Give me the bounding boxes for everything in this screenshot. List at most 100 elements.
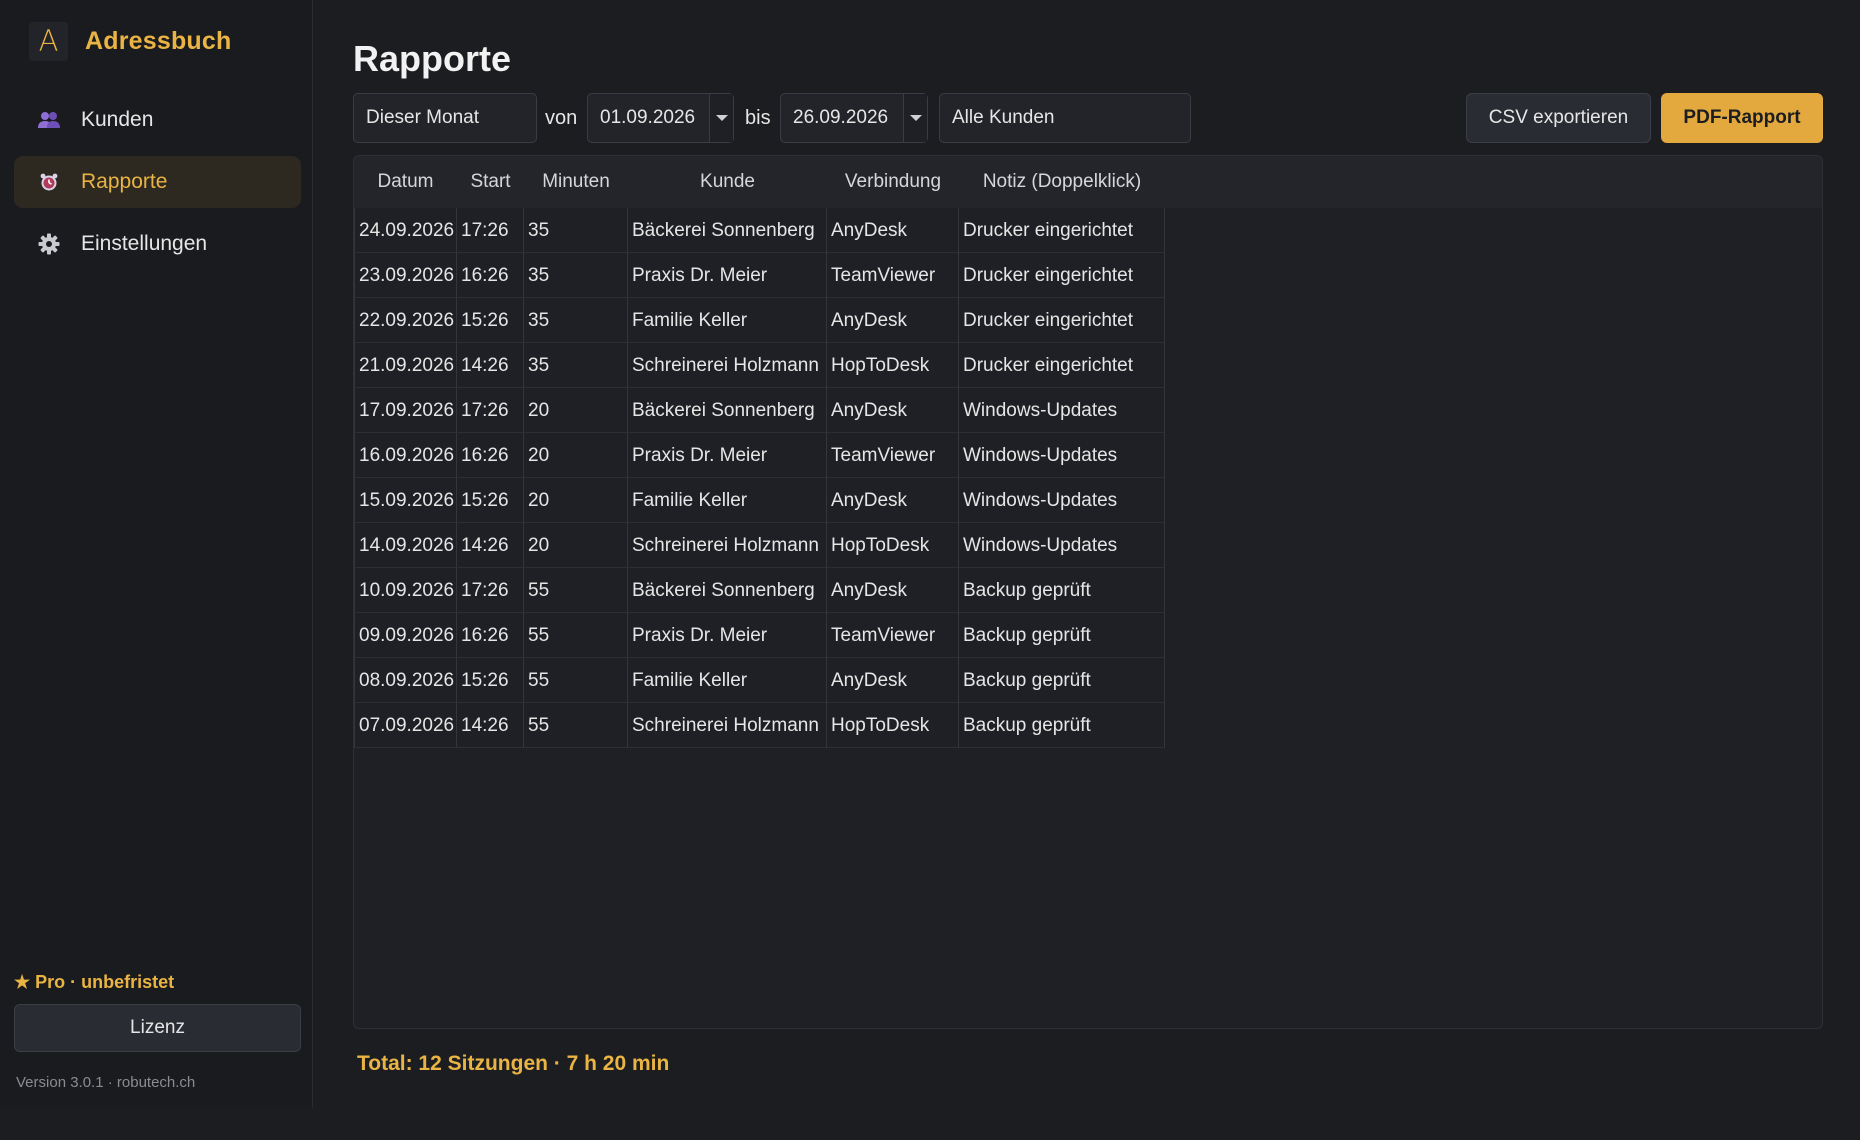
sidebar-item-einstellungen[interactable]: Einstellungen (14, 218, 301, 270)
cell-notiz[interactable]: Drucker eingerichtet (959, 208, 1165, 253)
cell-verbindung: HopToDesk (827, 523, 959, 568)
cell-kunde: Bäckerei Sonnenberg (628, 388, 827, 433)
filter-toolbar: Dieser Monat von 01.09.2026 bis 26.09.20… (353, 93, 1823, 143)
cell-datum: 08.09.2026 (354, 658, 457, 703)
cell-minuten: 55 (524, 703, 628, 748)
cell-verbindung: TeamViewer (827, 433, 959, 478)
cell-verbindung: AnyDesk (827, 478, 959, 523)
cell-kunde: Familie Keller (628, 658, 827, 703)
cell-minuten: 55 (524, 613, 628, 658)
cell-kunde: Bäckerei Sonnenberg (628, 568, 827, 613)
cell-datum: 24.09.2026 (354, 208, 457, 253)
customer-select[interactable]: Alle Kunden (939, 93, 1191, 143)
cell-verbindung: TeamViewer (827, 253, 959, 298)
cell-minuten: 55 (524, 658, 628, 703)
column-header-datum[interactable]: Datum (354, 156, 457, 208)
cell-notiz[interactable]: Backup geprüft (959, 703, 1165, 748)
cell-notiz[interactable]: Backup geprüft (959, 658, 1165, 703)
cell-kunde: Familie Keller (628, 298, 827, 343)
total-summary: Total: 12 Sitzungen · 7 h 20 min (357, 1052, 670, 1075)
cell-start: 16:26 (457, 613, 524, 658)
cell-kunde: Praxis Dr. Meier (628, 433, 827, 478)
cell-kunde: Schreinerei Holzmann (628, 343, 827, 388)
app-window: A Adressbuch Kunden Rapporte Einstellung… (0, 0, 1860, 1140)
cell-notiz[interactable]: Drucker eingerichtet (959, 253, 1165, 298)
cell-minuten: 20 (524, 523, 628, 568)
cell-notiz[interactable]: Backup geprüft (959, 613, 1165, 658)
app-logo: A (29, 22, 68, 61)
cell-datum: 21.09.2026 (354, 343, 457, 388)
license-button[interactable]: Lizenz (14, 1004, 301, 1052)
cell-start: 16:26 (457, 433, 524, 478)
sidebar: A Adressbuch Kunden Rapporte Einstellung… (0, 0, 313, 1108)
cell-kunde: Praxis Dr. Meier (628, 613, 827, 658)
version-label: Version 3.0.1 · robutech.ch (16, 1074, 196, 1091)
cell-kunde: Schreinerei Holzmann (628, 523, 827, 568)
csv-export-button[interactable]: CSV exportieren (1466, 93, 1651, 143)
cell-datum: 07.09.2026 (354, 703, 457, 748)
cell-kunde: Praxis Dr. Meier (628, 253, 827, 298)
brand: A Adressbuch (29, 22, 231, 61)
column-header-verbindung[interactable]: Verbindung (827, 156, 959, 208)
cell-start: 14:26 (457, 703, 524, 748)
cell-verbindung: HopToDesk (827, 703, 959, 748)
cell-minuten: 35 (524, 253, 628, 298)
cell-start: 14:26 (457, 523, 524, 568)
cell-start: 15:26 (457, 298, 524, 343)
cell-notiz[interactable]: Backup geprüft (959, 568, 1165, 613)
cell-minuten: 35 (524, 298, 628, 343)
page-title: Rapporte (353, 38, 512, 79)
from-label: von (545, 107, 578, 129)
cell-datum: 22.09.2026 (354, 298, 457, 343)
cell-start: 15:26 (457, 478, 524, 523)
cell-notiz[interactable]: Windows-Updates (959, 388, 1165, 433)
sidebar-nav: Kunden Rapporte Einstellungen (14, 94, 301, 280)
cell-kunde: Schreinerei Holzmann (628, 703, 827, 748)
cell-verbindung: AnyDesk (827, 388, 959, 433)
cell-minuten: 20 (524, 388, 628, 433)
cell-start: 17:26 (457, 388, 524, 433)
sidebar-item-label: Rapporte (81, 170, 168, 193)
from-date-value: 01.09.2026 (600, 107, 696, 128)
period-select[interactable]: Dieser Monat (353, 93, 537, 143)
cell-notiz[interactable]: Drucker eingerichtet (959, 298, 1165, 343)
cell-verbindung: TeamViewer (827, 613, 959, 658)
to-date-field[interactable]: 26.09.2026 (780, 93, 928, 143)
cell-minuten: 35 (524, 208, 628, 253)
cell-kunde: Bäckerei Sonnenberg (628, 208, 827, 253)
cell-start: 17:26 (457, 568, 524, 613)
cell-minuten: 35 (524, 343, 628, 388)
cell-minuten: 20 (524, 433, 628, 478)
column-header-kunde[interactable]: Kunde (628, 156, 827, 208)
cell-verbindung: AnyDesk (827, 208, 959, 253)
cell-datum: 16.09.2026 (354, 433, 457, 478)
cell-datum: 15.09.2026 (354, 478, 457, 523)
sidebar-item-label: Kunden (81, 108, 154, 131)
cell-notiz[interactable]: Windows-Updates (959, 478, 1165, 523)
cell-verbindung: HopToDesk (827, 343, 959, 388)
cell-minuten: 55 (524, 568, 628, 613)
cell-notiz[interactable]: Windows-Updates (959, 433, 1165, 478)
cell-notiz[interactable]: Windows-Updates (959, 523, 1165, 568)
cell-verbindung: AnyDesk (827, 658, 959, 703)
cell-start: 15:26 (457, 658, 524, 703)
from-date-dropdown-button[interactable] (709, 94, 733, 142)
sidebar-item-label: Einstellungen (81, 232, 208, 255)
table-header: Datum Start Minuten Kunde Verbindung Not… (354, 156, 1822, 208)
to-label: bis (745, 107, 771, 129)
sidebar-item-kunden[interactable]: Kunden (14, 94, 301, 146)
sidebar-item-rapporte[interactable]: Rapporte (14, 156, 301, 208)
pdf-report-button[interactable]: PDF-Rapport (1661, 93, 1823, 143)
cell-datum: 10.09.2026 (354, 568, 457, 613)
cell-verbindung: AnyDesk (827, 568, 959, 613)
gear-icon (37, 232, 61, 256)
from-date-field[interactable]: 01.09.2026 (587, 93, 734, 143)
cell-minuten: 20 (524, 478, 628, 523)
cell-kunde: Familie Keller (628, 478, 827, 523)
app-name: Adressbuch (85, 27, 232, 55)
to-date-dropdown-button[interactable] (903, 94, 927, 142)
cell-notiz[interactable]: Drucker eingerichtet (959, 343, 1165, 388)
column-header-notiz[interactable]: Notiz (Doppelklick) (959, 156, 1165, 208)
column-header-minuten[interactable]: Minuten (524, 156, 628, 208)
column-header-start[interactable]: Start (457, 156, 524, 208)
